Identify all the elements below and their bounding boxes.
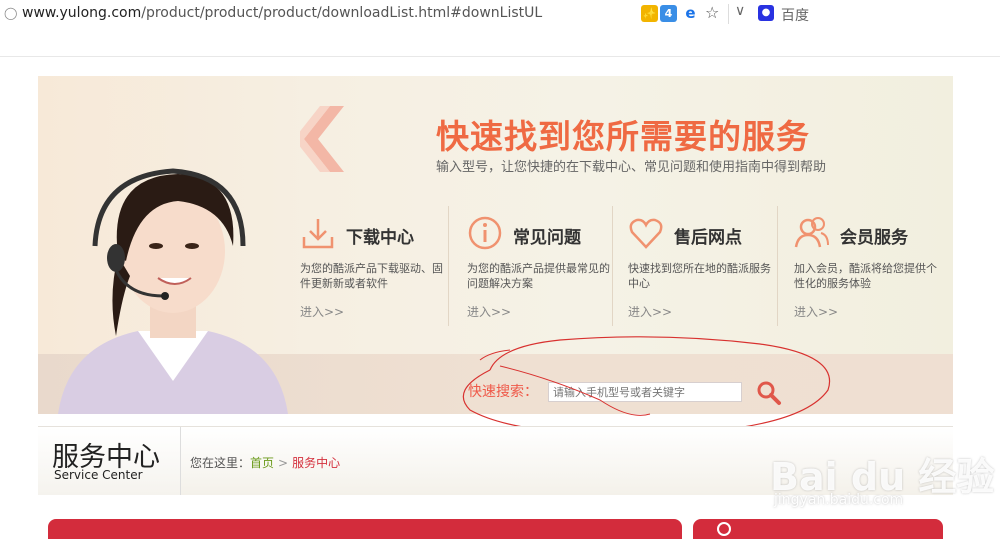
service-center-title-box: 服务中心 Service Center [38,427,181,495]
service-title: 售后网点 [674,228,742,248]
quick-search-label: 快速搜索： [468,384,538,400]
chevron-down-icon[interactable]: ∨ [735,3,745,19]
ie-icon[interactable]: e [682,5,699,22]
info-icon [468,216,502,250]
page-top-strip [0,28,1000,57]
search-engine-label[interactable]: 百度 [781,5,809,25]
service-download-center[interactable]: 下载中心 为您的酷派产品下载驱动、固件更新新或者软件 进入>> [300,209,460,339]
url-domain: www.yulong.com [22,5,142,21]
service-member[interactable]: 会员服务 加入会员，酷派将给您提供个性化的服务体验 进入>> [794,209,953,339]
service-divider [612,206,613,326]
service-center-subtitle: Service Center [54,468,143,482]
breadcrumb-separator: > [278,456,289,470]
search-icon [717,522,731,536]
service-title: 会员服务 [840,228,908,248]
members-icon [794,217,829,248]
url-path: /product/product/product/downloadList.ht… [141,5,543,21]
service-after-sales[interactable]: 售后网点 快速找到您所在地的酷派服务中心 进入>> [628,209,788,339]
quick-search-input[interactable] [548,382,742,402]
url-field[interactable]: www.yulong.com/product/product/product/d… [22,5,542,21]
search-icon[interactable] [756,380,782,406]
service-enter-link[interactable]: 进入>> [628,303,672,320]
baidu-paw-icon[interactable]: ● [758,5,774,21]
service-title: 下载中心 [346,228,414,248]
service-enter-link[interactable]: 进入>> [794,303,838,320]
heart-icon [629,218,663,249]
service-divider [448,206,449,326]
breadcrumb-current: 服务中心 [292,456,341,470]
service-desc: 为您的酷派产品下载驱动、固件更新新或者软件 [300,262,443,290]
breadcrumb: 您在这里：首页 > 服务中心 [190,454,340,471]
chevron-decoration-icon [300,106,344,172]
browser-address-bar: ◯ www.yulong.com/product/product/product… [0,0,1000,29]
service-desc: 为您的酷派产品提供最常见的问题解决方案 [467,262,610,290]
content-tab-main[interactable] [48,519,682,539]
service-divider [777,206,778,326]
download-icon [302,219,334,249]
service-desc: 加入会员，酷派将给您提供个性化的服务体验 [794,262,937,290]
service-center-bar: 服务中心 Service Center 您在这里：首页 > 服务中心 [38,426,953,495]
service-enter-link[interactable]: 进入>> [300,303,344,320]
content-tab-search[interactable] [693,519,943,539]
service-enter-link[interactable]: 进入>> [467,303,511,320]
extension-badge-icon[interactable]: 4 [660,5,677,22]
service-desc: 快速找到您所在地的酷派服务中心 [628,262,771,290]
service-title: 常见问题 [513,228,581,248]
service-banner: 快速找到您所需要的服务 输入型号，让您快捷的在下载中心、常见问题和使用指南中得到… [38,76,953,414]
bookmark-star-icon[interactable]: ☆ [705,3,719,22]
support-agent-illustration [58,168,288,414]
breadcrumb-home-link[interactable]: 首页 [250,456,274,470]
shield-icon[interactable]: ◯ [4,6,17,20]
extension-icon-speed[interactable]: ✨ [641,5,658,22]
banner-subline: 输入型号，让您快捷的在下载中心、常见问题和使用指南中得到帮助 [436,160,827,175]
service-faq[interactable]: 常见问题 为您的酷派产品提供最常见的问题解决方案 进入>> [467,209,627,339]
banner-headline: 快速找到您所需要的服务 [436,117,810,156]
address-divider [728,4,729,24]
breadcrumb-prefix: 您在这里： [190,456,251,470]
